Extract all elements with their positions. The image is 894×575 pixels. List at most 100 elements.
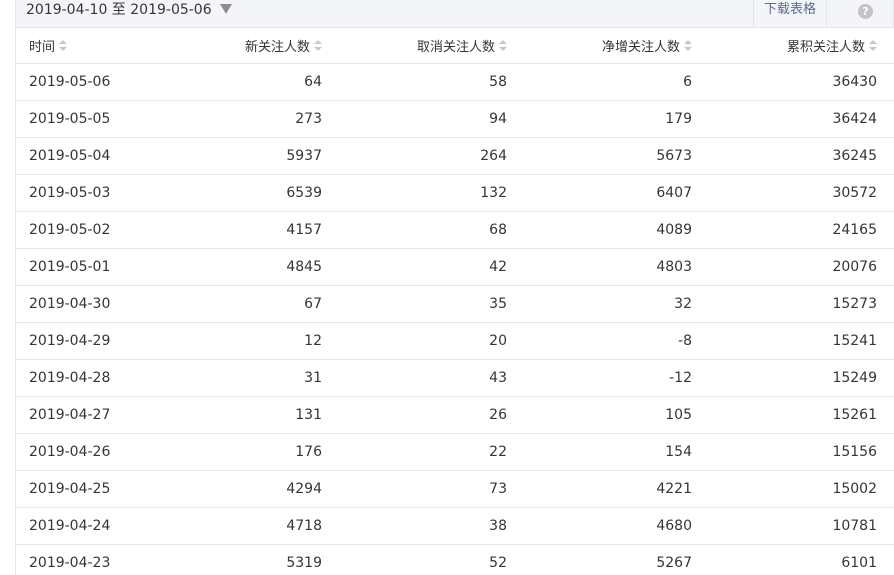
column-header-label: 累积关注人数	[786, 40, 865, 55]
download-table-button[interactable]: 下载表格	[753, 0, 827, 27]
cell-net-follows: 6407	[656, 185, 692, 201]
cell-date: 2019-04-30	[29, 296, 111, 312]
column-header-new-follows[interactable]: 新关注人数	[196, 28, 322, 63]
cell-unfollows: 94	[489, 111, 507, 127]
table-row: 2019-05-05 273 94 179 36424	[16, 101, 894, 138]
cell-net-follows: 5267	[656, 555, 692, 571]
cell-unfollows: 20	[489, 333, 507, 349]
cell-total-follows: 30572	[832, 185, 877, 201]
cell-net-follows: 154	[665, 444, 692, 460]
cell-net-follows: 4680	[656, 518, 692, 534]
column-header-total-follows[interactable]: 累积关注人数	[692, 28, 877, 63]
cell-new-follows: 5937	[286, 148, 322, 164]
table-row: 2019-04-28 31 43 -12 15249	[16, 360, 894, 397]
table-header: 时间 新关注人数 取消关注人数 净增关注人数 累积关注人数	[16, 28, 894, 64]
cell-new-follows: 5319	[286, 555, 322, 571]
cell-date: 2019-05-01	[29, 259, 111, 275]
table-row: 2019-04-26 176 22 154 15156	[16, 434, 894, 471]
cell-total-follows: 36424	[832, 111, 877, 127]
table-row: 2019-05-02 4157 68 4089 24165	[16, 212, 894, 249]
sort-icon	[499, 40, 507, 51]
table-row: 2019-05-06 64 58 6 36430	[16, 64, 894, 101]
cell-date: 2019-04-26	[29, 444, 111, 460]
cell-total-follows: 15002	[832, 481, 877, 497]
cell-unfollows: 38	[489, 518, 507, 534]
cell-date: 2019-05-06	[29, 74, 111, 90]
cell-unfollows: 132	[480, 185, 507, 201]
cell-new-follows: 31	[304, 370, 322, 386]
follower-stats-table: 时间 新关注人数 取消关注人数 净增关注人数 累积关注人数 2019-05-06…	[15, 28, 894, 575]
column-header-label: 新关注人数	[244, 40, 310, 55]
cell-date: 2019-04-24	[29, 518, 111, 534]
cell-date: 2019-04-27	[29, 407, 111, 423]
cell-total-follows: 15156	[832, 444, 877, 460]
sort-icon	[869, 40, 877, 51]
cell-new-follows: 4845	[286, 259, 322, 275]
column-header-date[interactable]: 时间	[16, 28, 196, 63]
cell-new-follows: 4718	[286, 518, 322, 534]
cell-new-follows: 4294	[286, 481, 322, 497]
cell-total-follows: 24165	[832, 222, 877, 238]
cell-date: 2019-05-04	[29, 148, 111, 164]
cell-unfollows: 43	[489, 370, 507, 386]
cell-date: 2019-05-05	[29, 111, 111, 127]
cell-unfollows: 52	[489, 555, 507, 571]
table-row: 2019-05-01 4845 42 4803 20076	[16, 249, 894, 286]
cell-unfollows: 35	[489, 296, 507, 312]
cell-total-follows: 10781	[832, 518, 877, 534]
table-row: 2019-04-23 5319 52 5267 6101	[16, 545, 894, 575]
cell-net-follows: 5673	[656, 148, 692, 164]
cell-date: 2019-04-29	[29, 333, 111, 349]
table-toolbar: 2019-04-10 至 2019-05-06 下载表格 ?	[15, 0, 894, 28]
cell-net-follows: 6	[683, 74, 692, 90]
sort-icon	[59, 40, 68, 51]
date-range-text: 2019-04-10 至 2019-05-06	[26, 2, 212, 18]
column-header-label: 净增关注人数	[601, 40, 680, 55]
cell-unfollows: 68	[489, 222, 507, 238]
cell-unfollows: 26	[489, 407, 507, 423]
help-icon[interactable]: ?	[858, 4, 873, 19]
cell-total-follows: 6101	[841, 555, 877, 571]
cell-new-follows: 64	[304, 74, 322, 90]
cell-date: 2019-04-23	[29, 555, 111, 571]
cell-total-follows: 36245	[832, 148, 877, 164]
cell-unfollows: 22	[489, 444, 507, 460]
cell-unfollows: 58	[489, 74, 507, 90]
table-row: 2019-04-29 12 20 -8 15241	[16, 323, 894, 360]
caret-down-icon	[219, 4, 232, 14]
sort-icon	[684, 40, 692, 51]
cell-new-follows: 67	[304, 296, 322, 312]
cell-unfollows: 42	[489, 259, 507, 275]
cell-unfollows: 264	[480, 148, 507, 164]
column-header-label: 取消关注人数	[416, 40, 495, 55]
cell-net-follows: 105	[665, 407, 692, 423]
cell-total-follows: 15273	[832, 296, 877, 312]
cell-unfollows: 73	[489, 481, 507, 497]
table-row: 2019-05-03 6539 132 6407 30572	[16, 175, 894, 212]
cell-total-follows: 15241	[832, 333, 877, 349]
cell-total-follows: 36430	[832, 74, 877, 90]
cell-new-follows: 12	[304, 333, 322, 349]
sort-icon	[314, 40, 322, 51]
cell-total-follows: 20076	[832, 259, 877, 275]
table-row: 2019-04-30 67 35 32 15273	[16, 286, 894, 323]
cell-date: 2019-04-28	[29, 370, 111, 386]
table-row: 2019-05-04 5937 264 5673 36245	[16, 138, 894, 175]
table-row: 2019-04-24 4718 38 4680 10781	[16, 508, 894, 545]
table-row: 2019-04-27 131 26 105 15261	[16, 397, 894, 434]
cell-net-follows: 4221	[656, 481, 692, 497]
cell-date: 2019-05-02	[29, 222, 111, 238]
cell-net-follows: 4089	[656, 222, 692, 238]
cell-date: 2019-04-25	[29, 481, 111, 497]
column-header-unfollows[interactable]: 取消关注人数	[322, 28, 507, 63]
date-range-selector[interactable]: 2019-04-10 至 2019-05-06	[26, 0, 232, 27]
column-header-net-follows[interactable]: 净增关注人数	[507, 28, 692, 63]
cell-new-follows: 131	[295, 407, 322, 423]
cell-net-follows: 4803	[656, 259, 692, 275]
table-row: 2019-04-25 4294 73 4221 15002	[16, 471, 894, 508]
cell-net-follows: -8	[678, 333, 692, 349]
cell-new-follows: 176	[295, 444, 322, 460]
cell-new-follows: 273	[295, 111, 322, 127]
cell-net-follows: -12	[669, 370, 692, 386]
cell-total-follows: 15249	[832, 370, 877, 386]
